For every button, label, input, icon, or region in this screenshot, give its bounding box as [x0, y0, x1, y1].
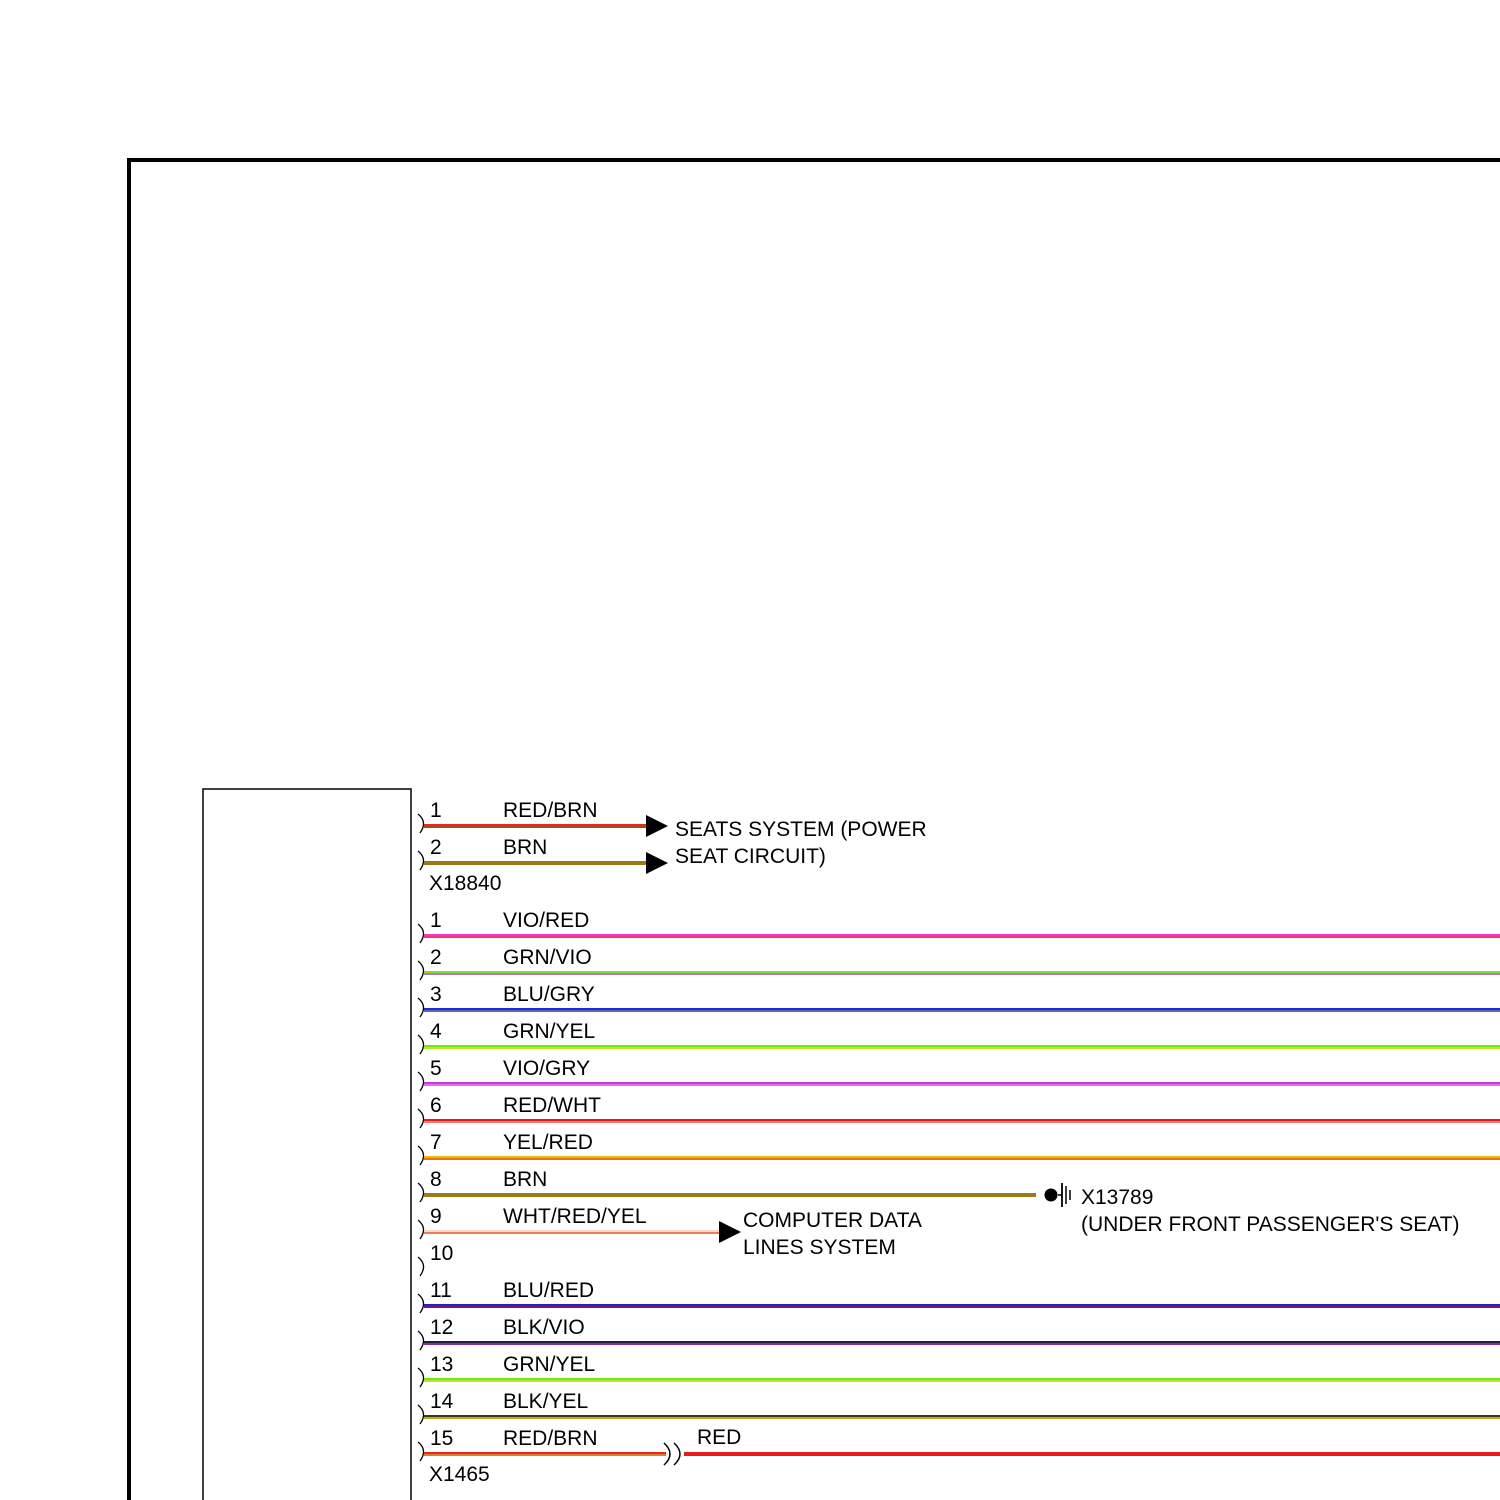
inline-connector-icon	[663, 1442, 681, 1466]
x1465-pin-4-color-label: GRN/YEL	[503, 1020, 595, 1043]
x1465-pin-14-hook	[417, 1404, 425, 1425]
x1465-pin-14-color-label: BLK/YEL	[503, 1390, 588, 1413]
seats-system-line1: SEATS SYSTEM (POWER	[675, 818, 927, 841]
x1465-pin-2-number: 2	[430, 946, 442, 969]
x1465-pin-2-color-label: GRN/VIO	[503, 946, 592, 969]
x1465-pin-3-color-label: BLU/GRY	[503, 983, 595, 1006]
x1465-pin-5-color-label: VIO/GRY	[503, 1057, 590, 1080]
x18840-pin-2-color-label: BRN	[503, 836, 547, 859]
x1465-pin-12-color-label: BLK/VIO	[503, 1316, 585, 1339]
computer-data-line2: LINES SYSTEM	[743, 1236, 896, 1259]
x1465-pin-13-color-label: GRN/YEL	[503, 1353, 595, 1376]
x18840-pin-2-hook	[417, 850, 425, 871]
x1465-pin-11-number: 11	[430, 1279, 452, 1302]
x1465-pin-15-hook	[417, 1441, 425, 1462]
connector-name-x18840: X18840	[429, 872, 501, 895]
x1465-pin-11-color-label: BLU/RED	[503, 1279, 594, 1302]
x1465-pin-13-hook	[417, 1367, 425, 1388]
x18840-pin-1-hook	[417, 813, 425, 834]
x1465-pin-6-hook	[417, 1108, 425, 1129]
x1465-pin-7-number: 7	[430, 1131, 442, 1154]
x1465-pin-5-number: 5	[430, 1057, 442, 1080]
x1465-pin-1-hook	[417, 923, 425, 944]
x1465-pin-7-color-label: YEL/RED	[503, 1131, 593, 1154]
x1465-pin-8-hook	[417, 1182, 425, 1203]
x1465-pin-12-number: 12	[430, 1316, 453, 1339]
x1465-pin-7-hook	[417, 1145, 425, 1166]
x1465-pin-13-number: 13	[430, 1353, 453, 1376]
x1465-pin-4-number: 4	[430, 1020, 442, 1043]
computer-data-line1: COMPUTER DATA	[743, 1209, 922, 1232]
arrow-seats-2	[646, 852, 668, 874]
x1465-pin-14-number: 14	[430, 1390, 454, 1413]
x18840-pin-1-color-label: RED/BRN	[503, 799, 598, 822]
ground-name: X13789	[1081, 1186, 1153, 1209]
x1465-pin-12-hook	[417, 1330, 425, 1351]
x1465-pin-8-number: 8	[430, 1168, 442, 1191]
x1465-pin-15-color-label: RED/BRN	[503, 1427, 598, 1450]
x1465-pin-1-color-label: VIO/RED	[503, 909, 589, 932]
x1465-pin-6-number: 6	[430, 1094, 442, 1117]
wiring-diagram: 1 RED/BRN 2 BRN 1 VIO/RED 2 GRN/VIO 3 BLU/GRY 4 GR…	[127, 158, 1500, 1500]
arrow-seats-1	[646, 815, 668, 837]
x1465-pin-9-color-label: WHT/RED/YEL	[503, 1205, 647, 1228]
module-box	[202, 788, 412, 1500]
ground-symbol-icon	[1044, 1183, 1071, 1207]
x1465-pin-10-hook	[417, 1256, 425, 1277]
seats-system-line2: SEAT CIRCUIT)	[675, 845, 826, 868]
ground-location: (UNDER FRONT PASSENGER'S SEAT)	[1081, 1213, 1460, 1236]
x1465-pin-1-number: 1	[430, 909, 442, 932]
x1465-pin-4-hook	[417, 1034, 425, 1055]
arrow-computer-data	[719, 1221, 741, 1243]
x1465-pin-3-hook	[417, 997, 425, 1018]
x1465-pin-8-color-label: BRN	[503, 1168, 547, 1191]
splice-wire-label: RED	[697, 1426, 741, 1449]
x1465-pin-15-number: 15	[430, 1427, 453, 1450]
x18840-pin-2-number: 2	[430, 836, 442, 859]
connector-x18840-wires: 1 RED/BRN 2 BRN	[417, 799, 650, 871]
x1465-pin-9-hook	[417, 1219, 425, 1240]
x1465-pin-10-number: 10	[430, 1242, 453, 1265]
x1465-pin-2-hook	[417, 960, 425, 981]
x1465-pin-9-number: 9	[430, 1205, 442, 1228]
x1465-pin-5-hook	[417, 1071, 425, 1092]
x1465-pin-11-hook	[417, 1293, 425, 1314]
x1465-pin-6-color-label: RED/WHT	[503, 1094, 601, 1117]
connector-name-x1465: X1465	[429, 1463, 490, 1486]
x18840-pin-1-number: 1	[430, 799, 442, 822]
x1465-pin-3-number: 3	[430, 983, 442, 1006]
connector-x1465-wires: 1 VIO/RED 2 GRN/VIO 3 BLU/GRY 4 GRN/YEL 5 VIO/GRY…	[417, 909, 1500, 1462]
